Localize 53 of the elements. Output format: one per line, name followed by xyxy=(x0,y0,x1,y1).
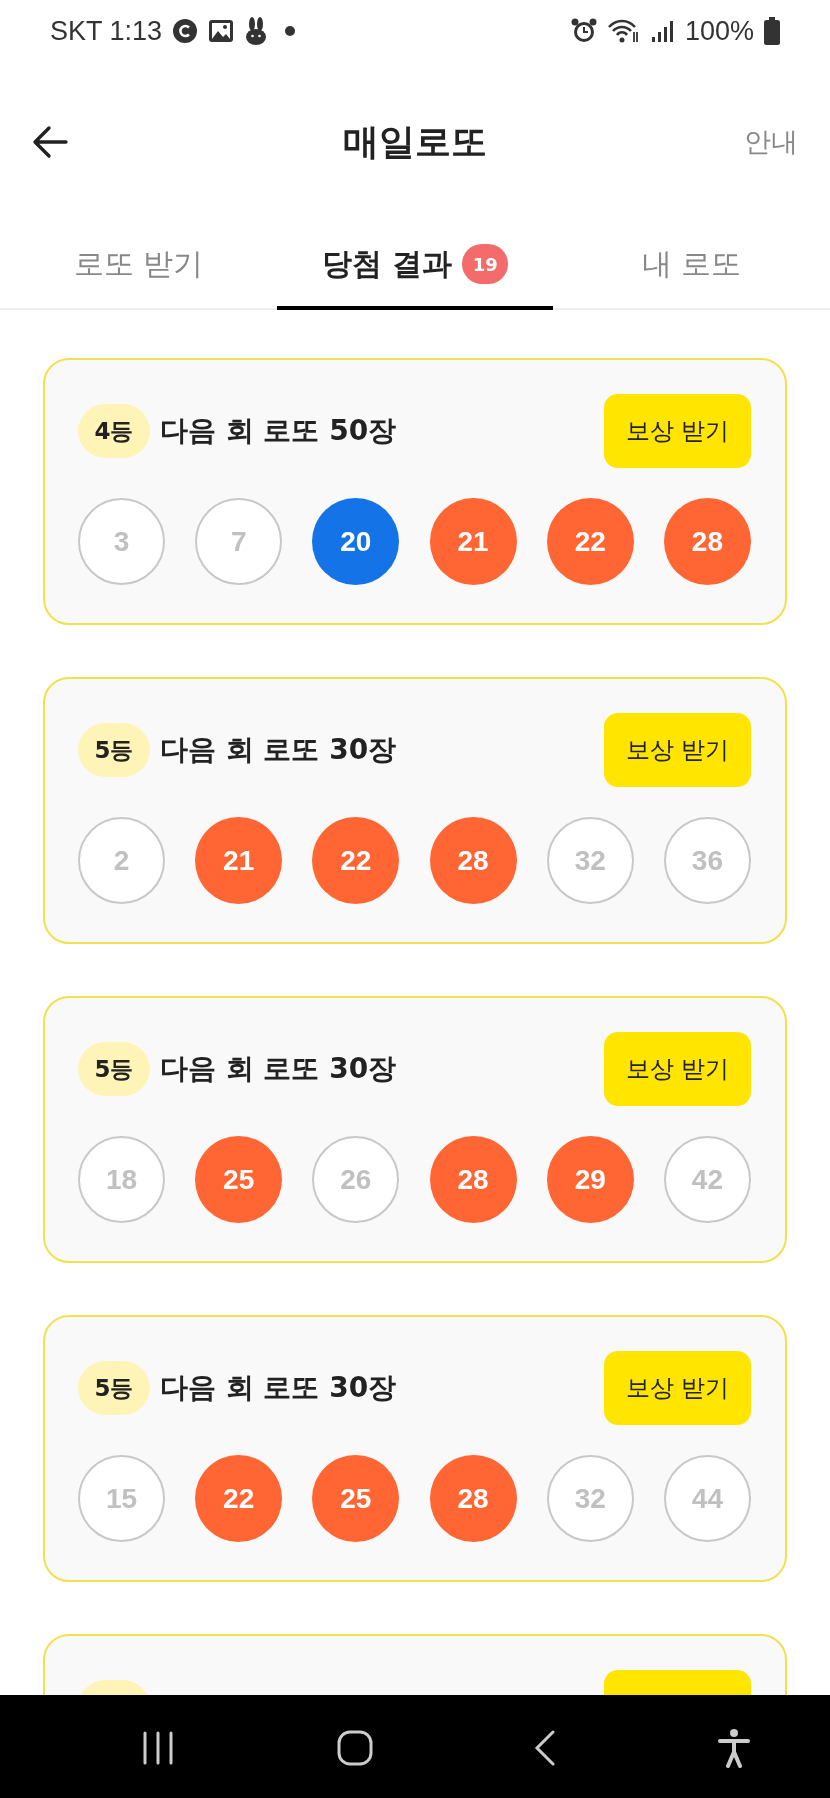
prize-text: 다음 회 로또 30장 xyxy=(160,1051,398,1087)
image-icon xyxy=(208,18,235,44)
status-time: SKT 1:13 xyxy=(50,15,163,47)
home-button[interactable] xyxy=(336,1729,373,1766)
number-ball: 28 xyxy=(429,1455,517,1542)
c-circle-icon xyxy=(172,18,199,44)
number-ball: 15 xyxy=(78,1455,165,1542)
wifi-icon xyxy=(606,18,641,44)
number-ball: 21 xyxy=(429,498,517,585)
number-ball: 7 xyxy=(195,498,283,585)
number-ball: 18 xyxy=(78,1136,165,1223)
number-ball: 25 xyxy=(312,1455,400,1542)
rank-badge: 4등 xyxy=(78,404,150,458)
accessibility-button[interactable] xyxy=(717,1727,750,1768)
number-ball: 20 xyxy=(312,498,400,585)
number-ball: 42 xyxy=(663,1136,751,1223)
number-ball: 25 xyxy=(195,1136,283,1223)
tab[interactable]: 내 로또 xyxy=(553,222,830,310)
page-title: 매일로또 xyxy=(343,120,487,162)
battery-percent: 100% xyxy=(684,15,754,47)
number-ball: 22 xyxy=(312,817,400,904)
number-ball: 3 xyxy=(78,498,165,585)
number-ball: 2 xyxy=(78,817,165,904)
signal-icon xyxy=(650,19,675,43)
number-ball: 26 xyxy=(312,1136,400,1223)
info-link[interactable]: 안내 xyxy=(744,124,798,160)
rank-badge: 5등 xyxy=(78,723,150,777)
claim-button[interactable]: 보상 받기 xyxy=(604,713,751,787)
rabbit-icon xyxy=(244,17,269,45)
number-ball: 22 xyxy=(546,498,634,585)
number-ball: 32 xyxy=(546,817,634,904)
number-ball: 44 xyxy=(663,1455,751,1542)
rank-badge: 5등 xyxy=(78,1361,150,1415)
number-ball: 22 xyxy=(195,1455,283,1542)
battery-icon xyxy=(764,17,780,45)
number-ball: 29 xyxy=(546,1136,634,1223)
alarm-icon xyxy=(570,18,597,44)
count-badge: 19 xyxy=(462,244,509,284)
number-ball: 32 xyxy=(546,1455,634,1542)
tab[interactable]: 로또 받기 xyxy=(0,222,277,310)
number-ball: 28 xyxy=(429,817,517,904)
claim-button[interactable]: 보상 받기 xyxy=(604,1351,751,1425)
claim-button[interactable]: 보상 받기 xyxy=(604,1032,751,1106)
number-ball: 28 xyxy=(663,498,751,585)
claim-button[interactable]: 보상 받기 xyxy=(604,394,751,468)
rank-badge: 5등 xyxy=(78,1042,150,1096)
prize-text: 다음 회 로또 30장 xyxy=(160,1370,398,1406)
prize-text: 다음 회 로또 50장 xyxy=(160,413,398,449)
number-ball: 21 xyxy=(195,817,283,904)
number-ball: 28 xyxy=(429,1136,517,1223)
prize-text: 다음 회 로또 30장 xyxy=(160,732,398,768)
number-ball: 36 xyxy=(663,817,751,904)
tab[interactable]: 당첨 결과 19 xyxy=(276,222,554,310)
